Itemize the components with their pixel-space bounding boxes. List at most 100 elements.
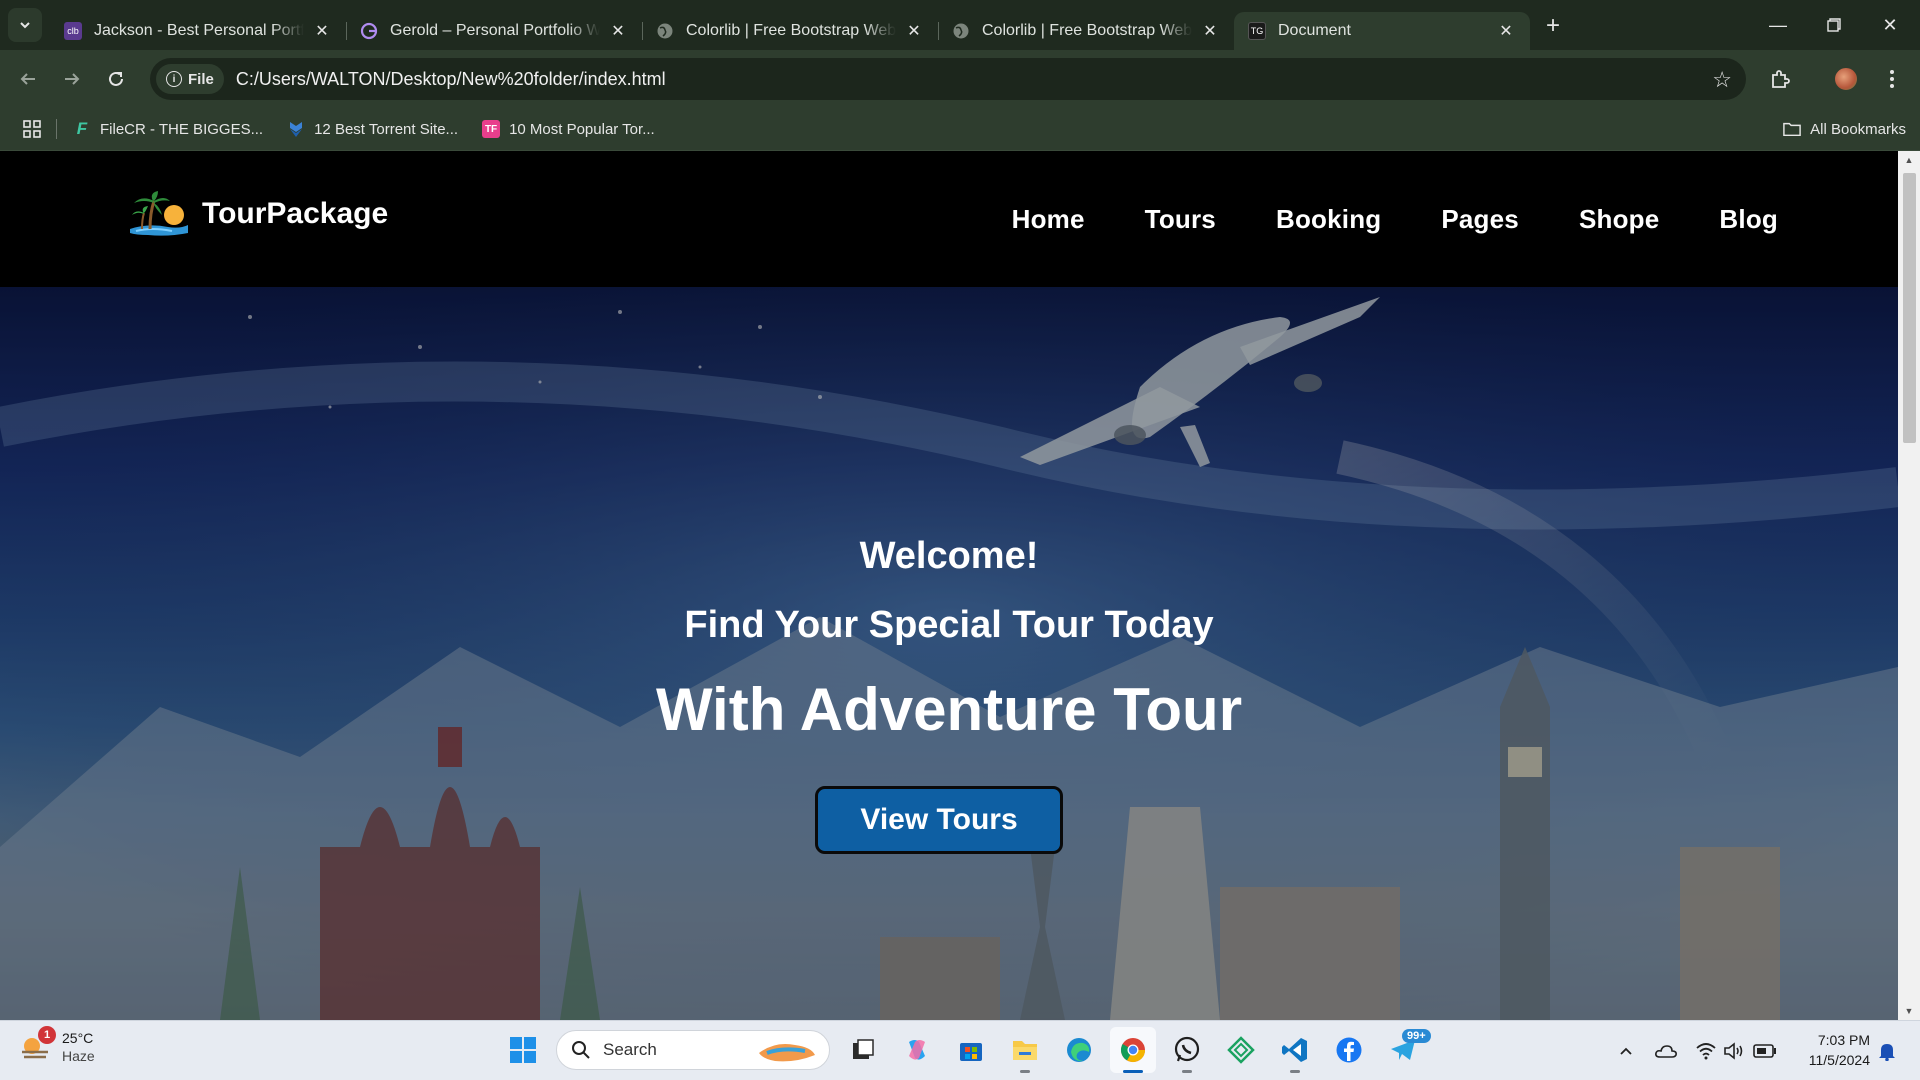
tab-colorlib-1[interactable]: Colorlib | Free Bootstrap Websit ✕ (642, 12, 939, 50)
taskbar-apps: Search 99+ (496, 1027, 1431, 1073)
folder-icon (1013, 1041, 1037, 1060)
menu-booking[interactable]: Booking (1276, 204, 1381, 235)
restore-icon (1827, 18, 1841, 32)
copilot-button[interactable] (894, 1027, 940, 1073)
tab-gerold[interactable]: Gerold – Personal Portfolio Wor ✕ (346, 12, 643, 50)
tab-search-button[interactable] (8, 8, 42, 42)
main-menu: Home Tours Booking Pages Shope Blog (952, 151, 1778, 287)
menu-shope[interactable]: Shope (1579, 204, 1659, 235)
green-app-button[interactable] (1218, 1027, 1264, 1073)
tab-title: Gerold – Personal Portfolio Wor (390, 22, 600, 39)
page-viewport: TourPackage Home Tours Booking Pages Sho… (0, 151, 1898, 1020)
taskbar-search[interactable]: Search (556, 1030, 830, 1070)
site-info-chip[interactable]: i File (156, 64, 224, 94)
notifications-button[interactable] (1872, 1021, 1902, 1080)
all-bookmarks[interactable]: All Bookmarks (1783, 120, 1906, 138)
menu-blog[interactable]: Blog (1719, 204, 1778, 235)
battery-button[interactable] (1750, 1021, 1780, 1080)
speaker-icon (1724, 1042, 1743, 1060)
bookmark-label: FileCR - THE BIGGES... (100, 120, 264, 138)
show-hidden-icons[interactable] (1612, 1021, 1640, 1080)
diamond-app-icon (1227, 1036, 1255, 1064)
kebab-menu-icon (1890, 70, 1894, 88)
vscode-icon (1282, 1038, 1307, 1062)
close-icon[interactable]: ✕ (608, 21, 628, 41)
bell-icon (1879, 1044, 1895, 1061)
extensions-button[interactable] (1758, 54, 1802, 104)
site-info-label: File (188, 70, 214, 88)
facebook-button[interactable] (1326, 1027, 1372, 1073)
hero-subtitle: Find Your Special Tour Today (684, 604, 1214, 646)
restore-button[interactable] (1806, 0, 1862, 50)
task-view-button[interactable] (840, 1027, 886, 1073)
profile-button[interactable] (1824, 54, 1868, 104)
weather-widget[interactable]: 1 25°C Haze (18, 1026, 95, 1065)
colorlib-purple-icon: clb (64, 22, 82, 40)
view-tours-button[interactable]: View Tours (815, 786, 1063, 854)
system-clock[interactable]: 7:03 PM 11/5/2024 (1809, 1030, 1870, 1070)
new-tab-button[interactable]: + (1536, 9, 1570, 43)
tab-colorlib-2[interactable]: Colorlib | Free Bootstrap Websit ✕ (938, 12, 1234, 50)
file-explorer-button[interactable] (1002, 1027, 1048, 1073)
hero-welcome: Welcome! (859, 535, 1039, 577)
minimize-button[interactable]: — (1750, 0, 1806, 50)
telegram-button[interactable]: 99+ (1380, 1027, 1431, 1073)
haze-weather-icon: 1 (18, 1026, 56, 1064)
microsoft-store-button[interactable] (948, 1027, 994, 1073)
close-icon[interactable]: ✕ (312, 21, 332, 41)
volume-button[interactable] (1720, 1021, 1748, 1080)
chrome-button[interactable] (1110, 1027, 1156, 1073)
bookmarks-bar: F FileCR - THE BIGGES... 12 Best Torrent… (0, 108, 1920, 151)
start-button[interactable] (500, 1027, 546, 1073)
vscode-button[interactable] (1272, 1027, 1318, 1073)
avatar (1833, 66, 1859, 92)
menu-tours[interactable]: Tours (1145, 204, 1216, 235)
browser-menu-button[interactable] (1870, 54, 1914, 104)
wifi-icon (1696, 1043, 1716, 1060)
site-header: TourPackage Home Tours Booking Pages Sho… (0, 151, 1898, 287)
chevron-up-icon (1620, 1047, 1632, 1055)
close-icon[interactable]: ✕ (1200, 21, 1220, 41)
scroll-down-icon[interactable]: ▼ (1898, 1002, 1920, 1020)
apps-grid-icon[interactable] (22, 119, 42, 139)
close-icon[interactable]: ✕ (1496, 21, 1516, 41)
search-placeholder: Search (603, 1040, 657, 1059)
folder-icon (1783, 120, 1801, 138)
close-icon[interactable]: ✕ (904, 21, 924, 41)
menu-home[interactable]: Home (1012, 204, 1085, 235)
filecr-icon: F (76, 119, 88, 138)
tab-title: Document (1278, 22, 1351, 39)
edge-icon (1067, 1038, 1091, 1062)
menu-pages[interactable]: Pages (1441, 204, 1519, 235)
whatsapp-icon (1174, 1036, 1200, 1062)
back-button[interactable] (6, 57, 50, 101)
whatsapp-button[interactable] (1164, 1027, 1210, 1073)
tf-icon: TF (482, 120, 501, 138)
reload-button[interactable] (94, 57, 138, 101)
forward-button[interactable] (50, 57, 94, 101)
battery-icon (1753, 1044, 1776, 1058)
tab-document[interactable]: TG Document ✕ (1234, 12, 1530, 50)
scrollbar-thumb[interactable] (1903, 173, 1916, 443)
all-bookmarks-label: All Bookmarks (1810, 120, 1906, 138)
url-text[interactable]: C:/Users/WALTON/Desktop/New%20folder/ind… (236, 69, 666, 90)
address-bar[interactable]: i File C:/Users/WALTON/Desktop/New%20fol… (150, 58, 1746, 100)
bookmark-filecr[interactable]: F FileCR - THE BIGGES... (73, 119, 264, 138)
edge-button[interactable] (1056, 1027, 1102, 1073)
bookmark-star-icon[interactable]: ☆ (1712, 67, 1732, 93)
chrome-icon (1120, 1038, 1145, 1063)
tab-jackson[interactable]: clb Jackson - Best Personal Portfolio ✕ (50, 12, 347, 50)
palm-island-icon (128, 189, 190, 239)
close-window-button[interactable]: ✕ (1862, 0, 1918, 50)
page-scrollbar[interactable]: ▲ ▼ (1898, 151, 1920, 1020)
network-button[interactable] (1692, 1021, 1720, 1080)
bookmark-torrent-sites[interactable]: 12 Best Torrent Site... (287, 120, 458, 138)
site-logo[interactable]: TourPackage (128, 189, 388, 239)
puzzle-icon (1772, 70, 1790, 88)
chevron-down-icon (20, 22, 30, 29)
facebook-icon (1336, 1037, 1362, 1063)
browser-tab-bar: clb Jackson - Best Personal Portfolio ✕ … (0, 0, 1920, 50)
bookmark-popular-tor[interactable]: TF 10 Most Popular Tor... (482, 120, 655, 138)
onedrive-button[interactable] (1650, 1021, 1682, 1080)
scroll-up-icon[interactable]: ▲ (1898, 151, 1920, 169)
